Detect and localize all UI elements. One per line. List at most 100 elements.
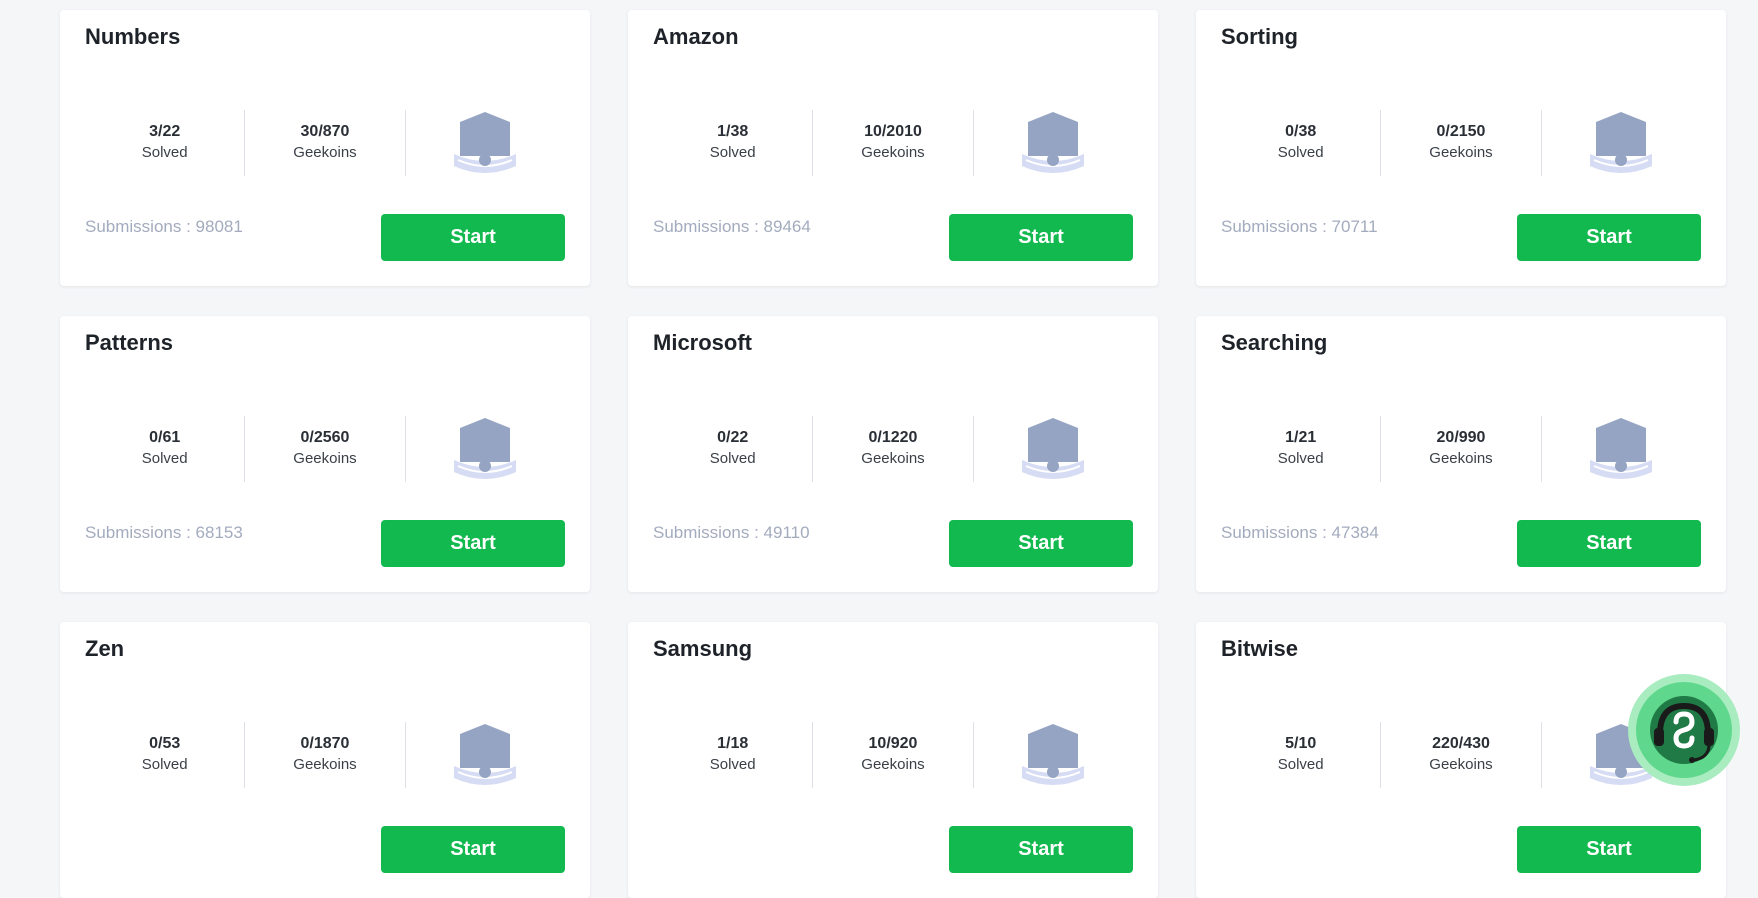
card-stats: 0/22 Solved 0/1220 Geekoins: [653, 416, 1133, 482]
start-button[interactable]: Start: [381, 214, 565, 261]
card-stats: 0/61 Solved 0/2560 Geekoins: [85, 416, 565, 482]
geekoins-label: Geekoins: [1429, 450, 1493, 467]
badge-icon: [974, 722, 1133, 788]
geekoins-stat: 220/430 Geekoins: [1381, 722, 1542, 788]
support-chat-button[interactable]: [1628, 674, 1740, 786]
geekoins-value: 0/1870: [300, 735, 350, 752]
solved-stat: 0/53 Solved: [85, 722, 246, 788]
card-title: Microsoft: [653, 330, 752, 355]
start-button[interactable]: Start: [949, 214, 1133, 261]
track-card: Microsoft 0/22 Solved 0/1220 Geekoins Su…: [628, 316, 1158, 592]
card-stats: 1/18 Solved 10/920 Geekoins: [653, 722, 1133, 788]
start-button[interactable]: Start: [949, 520, 1133, 567]
track-card: Numbers 3/22 Solved 30/870 Geekoins Subm…: [60, 10, 590, 286]
geekoins-stat: 10/920 Geekoins: [813, 722, 974, 788]
solved-value: 1/21: [1285, 429, 1317, 446]
geekoins-value: 10/920: [868, 735, 918, 752]
card-stats: 0/38 Solved 0/2150 Geekoins: [1221, 110, 1701, 176]
geekoins-label: Geekoins: [861, 144, 925, 161]
card-stats: 3/22 Solved 30/870 Geekoins: [85, 110, 565, 176]
badge-icon: [406, 110, 565, 176]
badge-icon: [406, 416, 565, 482]
card-title: Sorting: [1221, 24, 1298, 49]
geekoins-stat: 0/2560 Geekoins: [245, 416, 406, 482]
solved-value: 1/38: [717, 123, 749, 140]
badge-icon: [1542, 416, 1701, 482]
submissions-count: Submissions : 89464: [653, 217, 811, 236]
geekoins-value: 30/870: [300, 123, 350, 140]
solved-label: Solved: [141, 756, 188, 773]
start-button[interactable]: Start: [381, 520, 565, 567]
submissions-count: Submissions : 70711: [1221, 217, 1378, 236]
card-title: Zen: [85, 636, 125, 661]
geekoins-value: 10/2010: [864, 123, 922, 140]
submissions-count: Submissions : 68153: [85, 523, 243, 542]
solved-stat: 5/10 Solved: [1221, 722, 1382, 788]
geekoins-value: 220/430: [1432, 735, 1490, 752]
card-stats: 1/21 Solved 20/990 Geekoins: [1221, 416, 1701, 482]
card-title: Patterns: [85, 330, 174, 355]
solved-label: Solved: [709, 450, 756, 467]
start-button[interactable]: Start: [1517, 520, 1701, 567]
solved-value: 1/18: [717, 735, 749, 752]
submissions-count: Submissions : 98081: [85, 217, 243, 236]
track-card: Amazon 1/38 Solved 10/2010 Geekoins Subm…: [628, 10, 1158, 286]
geekoins-stat: 0/2150 Geekoins: [1381, 110, 1542, 176]
solved-value: 0/61: [149, 429, 181, 446]
submissions-count: Submissions : 49110: [653, 523, 810, 542]
card-stats: 0/53 Solved 0/1870 Geekoins: [85, 722, 565, 788]
geekoins-stat: 20/990 Geekoins: [1381, 416, 1542, 482]
solved-value: 3/22: [149, 123, 181, 140]
solved-value: 0/22: [717, 429, 749, 446]
track-card: Zen 0/53 Solved 0/1870 Geekoins Start: [60, 622, 590, 898]
geekoins-stat: 0/1870 Geekoins: [245, 722, 406, 788]
solved-label: Solved: [141, 450, 188, 467]
card-title: Samsung: [653, 636, 753, 661]
solved-stat: 0/22 Solved: [653, 416, 814, 482]
geekoins-value: 0/1220: [868, 429, 918, 446]
track-card: Patterns 0/61 Solved 0/2560 Geekoins Sub…: [60, 316, 590, 592]
card-title: Bitwise: [1221, 636, 1299, 661]
solved-stat: 0/61 Solved: [85, 416, 246, 482]
solved-stat: 1/38 Solved: [653, 110, 814, 176]
geekoins-stat: 10/2010 Geekoins: [813, 110, 974, 176]
start-button[interactable]: Start: [381, 826, 565, 873]
solved-value: 0/53: [149, 735, 181, 752]
solved-stat: 0/38 Solved: [1221, 110, 1382, 176]
solved-stat: 3/22 Solved: [85, 110, 246, 176]
geekoins-stat: 0/1220 Geekoins: [813, 416, 974, 482]
card-title: Amazon: [653, 24, 739, 49]
geekoins-label: Geekoins: [1429, 144, 1493, 161]
card-title: Searching: [1221, 330, 1328, 355]
geekoins-stat: 30/870 Geekoins: [245, 110, 406, 176]
geekoins-label: Geekoins: [1429, 756, 1493, 773]
start-button[interactable]: Start: [1517, 214, 1701, 261]
solved-label: Solved: [1277, 450, 1324, 467]
solved-label: Solved: [709, 144, 756, 161]
badge-icon: [1542, 110, 1701, 176]
geekoins-label: Geekoins: [861, 450, 925, 467]
badge-icon: [974, 110, 1133, 176]
track-card: Searching 1/21 Solved 20/990 Geekoins Su…: [1196, 316, 1726, 592]
solved-value: 0/38: [1285, 123, 1317, 140]
geekoins-value: 0/2150: [1436, 123, 1486, 140]
card-stats: 1/38 Solved 10/2010 Geekoins: [653, 110, 1133, 176]
geekoins-label: Geekoins: [293, 450, 357, 467]
geekoins-value: 0/2560: [300, 429, 350, 446]
support-headset-icon[interactable]: [1636, 682, 1732, 778]
solved-label: Solved: [709, 756, 756, 773]
card-title: Numbers: [85, 24, 181, 49]
solved-stat: 1/18 Solved: [653, 722, 814, 788]
track-card-grid: Numbers 3/22 Solved 30/870 Geekoins Subm…: [60, 10, 1726, 898]
solved-stat: 1/21 Solved: [1221, 416, 1382, 482]
submissions-count: Submissions : 47384: [1221, 523, 1379, 542]
geekoins-label: Geekoins: [293, 144, 357, 161]
track-card: Samsung 1/18 Solved 10/920 Geekoins Star…: [628, 622, 1158, 898]
solved-value: 5/10: [1285, 735, 1317, 752]
start-button[interactable]: Start: [1517, 826, 1701, 873]
badge-icon: [406, 722, 565, 788]
start-button[interactable]: Start: [949, 826, 1133, 873]
geekoins-value: 20/990: [1436, 429, 1486, 446]
solved-label: Solved: [1277, 144, 1324, 161]
badge-icon: [974, 416, 1133, 482]
